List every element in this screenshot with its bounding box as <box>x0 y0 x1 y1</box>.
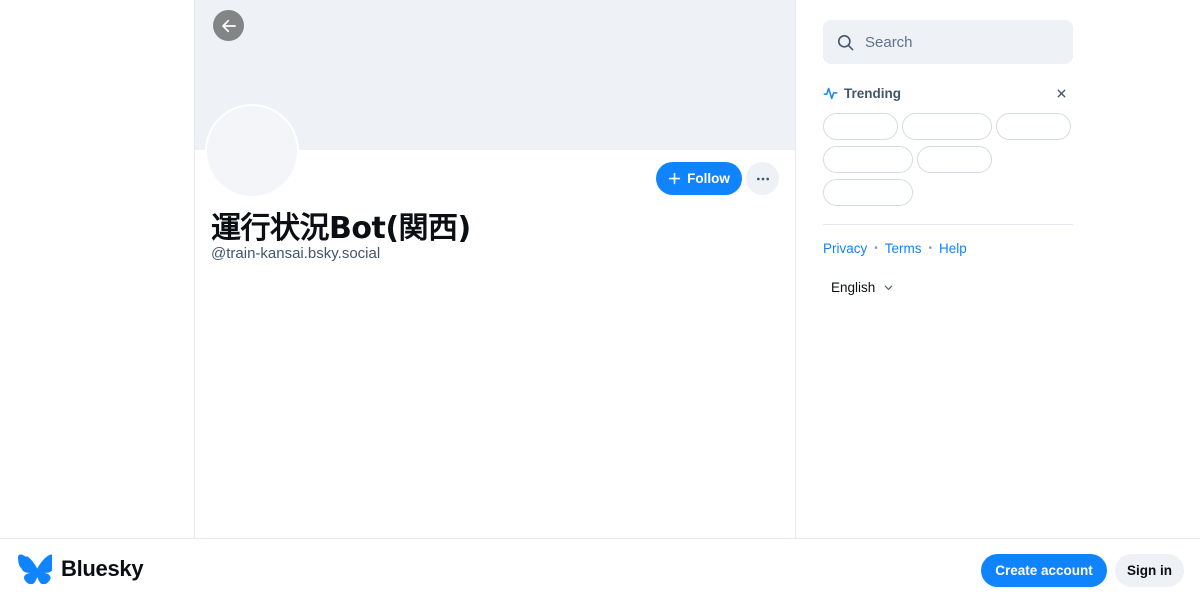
trending-topic-pill[interactable] <box>996 113 1071 140</box>
language-label: English <box>831 280 876 295</box>
trending-title: Trending <box>844 85 901 101</box>
search-box[interactable] <box>823 20 1073 64</box>
close-icon <box>1057 89 1065 97</box>
page: Follow 運行状況Bot(関西) @train-kansai.bsky.so… <box>0 0 1200 600</box>
link-separator: • <box>928 243 933 254</box>
follow-button[interactable]: Follow <box>656 162 742 195</box>
footer-links: Privacy • Terms • Help <box>823 241 967 256</box>
follow-button-label: Follow <box>687 171 730 186</box>
trending-topic-pill[interactable] <box>823 146 913 173</box>
more-options-button[interactable] <box>746 162 779 195</box>
privacy-link[interactable]: Privacy <box>823 241 867 256</box>
arrow-left-icon <box>221 19 236 32</box>
help-link[interactable]: Help <box>939 241 967 256</box>
trending-topic-pill[interactable] <box>823 179 913 206</box>
trending-topic-pill[interactable] <box>823 113 898 140</box>
profile-handle: @train-kansai.bsky.social <box>211 245 381 262</box>
profile-column: Follow 運行状況Bot(関西) @train-kansai.bsky.so… <box>194 0 796 538</box>
plus-icon <box>668 172 681 185</box>
profile-display-name: 運行状況Bot(関西) <box>211 211 471 246</box>
bottom-bar: Bluesky Create account Sign in <box>0 538 1200 600</box>
sidebar-divider <box>823 224 1073 225</box>
language-selector[interactable]: English <box>831 280 894 295</box>
trending-close-button[interactable] <box>1053 85 1069 101</box>
create-account-button[interactable]: Create account <box>981 554 1107 587</box>
terms-link[interactable]: Terms <box>885 241 922 256</box>
chevron-down-icon <box>885 285 893 290</box>
link-separator: • <box>874 243 878 254</box>
trending-topic-pill[interactable] <box>902 113 992 140</box>
trending-header: Trending <box>823 83 1073 103</box>
ellipsis-icon <box>756 177 769 180</box>
logo-text: Bluesky <box>61 556 144 581</box>
avatar[interactable] <box>205 104 299 198</box>
butterfly-icon <box>18 554 52 584</box>
back-button[interactable] <box>213 10 244 41</box>
sign-in-button[interactable]: Sign in <box>1115 554 1184 587</box>
search-icon <box>837 34 854 50</box>
search-input[interactable] <box>865 33 1055 51</box>
trending-icon <box>823 87 838 99</box>
bluesky-logo[interactable]: Bluesky <box>18 554 144 584</box>
trending-topic-pill[interactable] <box>917 146 992 173</box>
